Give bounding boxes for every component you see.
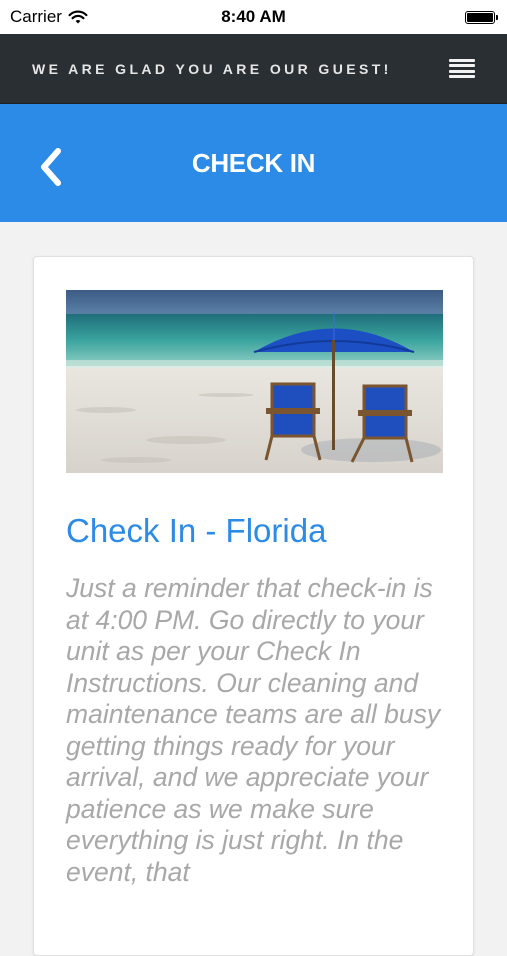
card-body-text: Just a reminder that check-in is at 4:00… [66,573,441,887]
menu-line [449,69,475,73]
header-tagline: WE ARE GLAD YOU ARE OUR GUEST! [32,60,392,77]
card-title: Check In - Florida [66,512,327,549]
chevron-left-icon[interactable] [36,147,66,187]
beach-umbrella-chairs-image [66,290,443,473]
hamburger-menu-icon[interactable] [449,58,475,79]
title-bar: CHECK IN [0,104,507,222]
status-left: Carrier [10,7,88,27]
battery-icon [465,10,498,24]
check-in-card: Check In - Florida Just a reminder that … [33,256,474,956]
wifi-icon [68,10,88,23]
menu-line [449,64,475,68]
status-bar: Carrier 8:40 AM [0,0,507,34]
battery-level [467,12,493,22]
page-title: CHECK IN [191,147,316,178]
menu-line [449,75,475,79]
carrier-label: Carrier [10,7,62,26]
menu-line [449,58,475,62]
guest-header: WE ARE GLAD YOU ARE OUR GUEST! [0,34,507,104]
